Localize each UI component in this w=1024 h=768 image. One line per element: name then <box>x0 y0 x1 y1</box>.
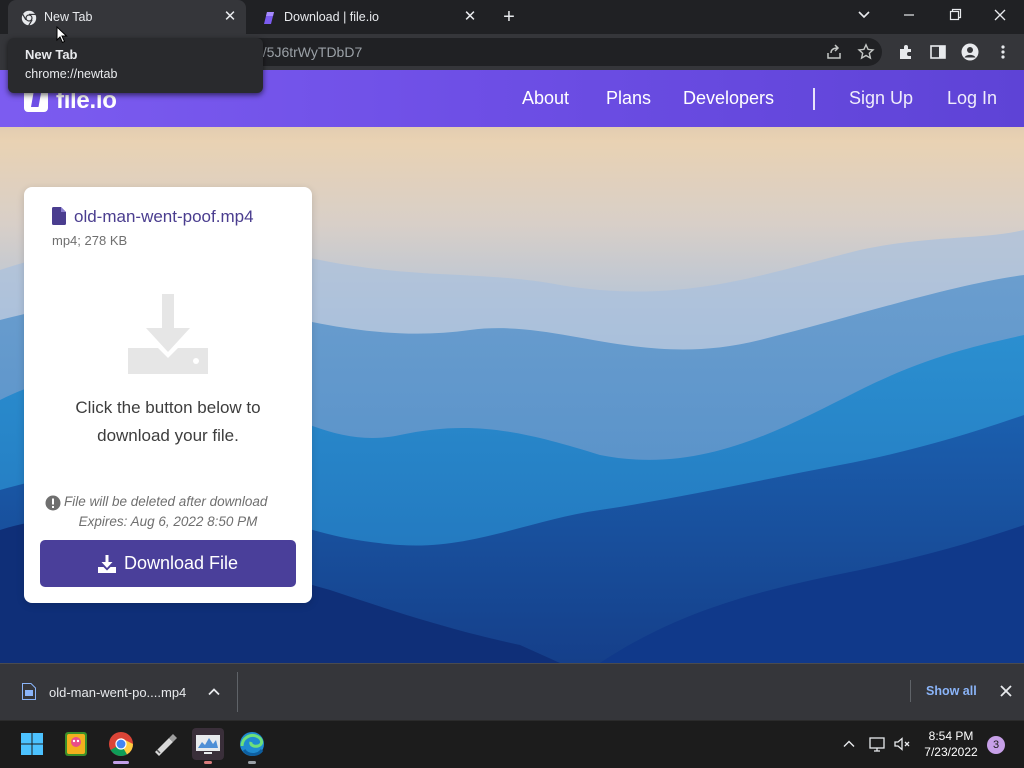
extensions-icon[interactable] <box>897 43 915 61</box>
window-close-icon[interactable] <box>988 4 1012 26</box>
nav-plans-link[interactable]: Plans <box>606 88 651 109</box>
expiry-notice: Expires: Aug 6, 2022 8:50 PM <box>78 514 258 529</box>
nav-signup-link[interactable]: Sign Up <box>849 88 913 109</box>
file-icon <box>22 683 36 700</box>
fileio-favicon-icon <box>261 10 277 26</box>
nav-about-link[interactable]: About <box>522 88 569 109</box>
chrome-icon <box>21 10 37 26</box>
mouse-cursor-icon <box>56 26 68 44</box>
close-icon[interactable] <box>997 682 1015 700</box>
chrome-icon[interactable] <box>105 728 137 760</box>
download-icon <box>97 554 116 573</box>
share-icon[interactable] <box>825 43 843 61</box>
monitor-app-icon[interactable] <box>192 728 224 760</box>
chevron-up-icon[interactable] <box>206 684 222 700</box>
menu-icon[interactable] <box>994 43 1012 61</box>
tab-new-tab[interactable]: New Tab ✕ <box>8 0 246 34</box>
download-button-label: Download File <box>123 553 239 573</box>
deletion-notice: File will be deleted after download <box>64 494 268 509</box>
side-panel-icon[interactable] <box>929 43 947 61</box>
clock-time[interactable]: 8:54 PM <box>920 729 982 743</box>
tooltip-title: New Tab <box>25 47 78 62</box>
nav-login-link[interactable]: Log In <box>947 88 997 109</box>
clock-date[interactable]: 7/23/2022 <box>920 745 982 759</box>
close-icon[interactable]: ✕ <box>462 9 478 25</box>
tab-download-fileio[interactable]: Download | file.io ✕ <box>248 0 486 34</box>
nav-developers-link[interactable]: Developers <box>683 88 774 109</box>
tab-title: Download | file.io <box>284 10 379 24</box>
file-meta: mp4; 278 KB <box>52 233 128 248</box>
edge-icon[interactable] <box>236 728 268 760</box>
shelf-divider <box>237 672 238 712</box>
minimize-icon[interactable] <box>897 4 921 26</box>
app-indicator <box>204 761 212 764</box>
tool-icon[interactable] <box>149 728 181 760</box>
show-all-button[interactable]: Show all <box>926 684 977 698</box>
download-tray-icon <box>126 294 210 378</box>
tooltip-url: chrome://newtab <box>25 67 118 81</box>
app-icon[interactable] <box>60 728 92 760</box>
tab-title: New Tab <box>44 10 93 24</box>
new-tab-button[interactable]: + <box>498 6 520 28</box>
download-file-button[interactable]: Download File <box>40 540 296 587</box>
network-icon[interactable] <box>868 735 886 753</box>
volume-muted-icon[interactable] <box>893 735 911 753</box>
nav-divider <box>813 88 815 110</box>
active-app-indicator <box>113 761 129 764</box>
file-icon <box>52 207 66 225</box>
file-name: old-man-went-poof.mp4 <box>74 207 254 226</box>
downloaded-file-name[interactable]: old-man-went-po....mp4 <box>49 685 186 700</box>
windows-start-icon[interactable] <box>16 728 48 760</box>
instructions-line: Click the button below to <box>75 398 261 417</box>
shelf-divider <box>910 680 911 702</box>
star-icon[interactable] <box>857 43 875 61</box>
close-icon[interactable]: ✕ <box>222 9 238 25</box>
chevron-up-icon[interactable] <box>841 736 857 752</box>
download-instructions: Click the button below to download your … <box>40 394 296 450</box>
url-text[interactable]: d/5J6trWyTDbD7 <box>255 44 362 60</box>
tab-search-icon[interactable] <box>852 4 876 26</box>
restore-icon[interactable] <box>943 4 967 26</box>
info-icon <box>45 495 61 511</box>
notification-badge[interactable]: 3 <box>987 736 1005 754</box>
profile-icon[interactable] <box>961 43 979 61</box>
instructions-line: download your file. <box>97 426 239 445</box>
app-indicator <box>248 761 256 764</box>
